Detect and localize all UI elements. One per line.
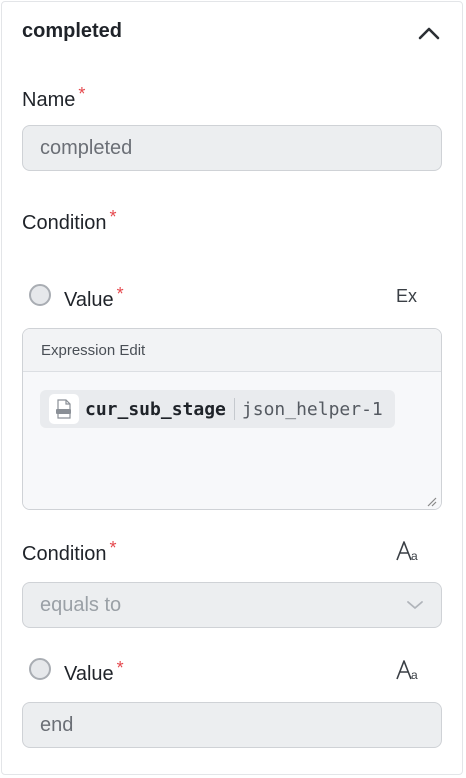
required-asterisk: * (109, 538, 117, 558)
operator-select[interactable]: equals to (22, 582, 442, 628)
required-asterisk: * (109, 207, 117, 227)
condition-label-text: Condition (22, 212, 107, 234)
operator-select-value: equals to (40, 593, 122, 616)
value-left-label-text: Value (64, 289, 114, 311)
name-input[interactable]: completed (22, 125, 442, 171)
expression-mode-button[interactable]: Ex (396, 286, 417, 307)
value-right-radio[interactable] (29, 658, 51, 680)
required-asterisk: * (116, 658, 124, 678)
json-file-icon (49, 394, 79, 424)
operator-label: Condition * (22, 538, 117, 566)
value-right-input-value: end (40, 713, 74, 736)
svg-text:a: a (411, 668, 418, 681)
expression-editor-header: Expression Edit (23, 329, 441, 372)
token-divider (233, 398, 235, 420)
text-mode-icon[interactable]: a (396, 540, 422, 563)
name-input-value: completed (40, 136, 133, 159)
name-label-text: Name (22, 89, 76, 111)
value-left-radio[interactable] (29, 284, 51, 306)
token-variable-name: cur_sub_stage (85, 398, 226, 420)
expression-editor: Expression Edit cur_sub_stage json_helpe… (22, 328, 442, 510)
value-right-label: Value * (64, 658, 124, 686)
operator-label-text: Condition (22, 543, 107, 565)
section-title: completed (22, 20, 123, 42)
collapse-chevron-icon[interactable] (414, 20, 444, 46)
token-source-name: json_helper-1 (241, 398, 383, 420)
svg-text:a: a (411, 549, 418, 562)
value-left-label: Value * (64, 284, 124, 312)
name-label: Name * (22, 84, 85, 112)
required-asterisk: * (78, 84, 86, 104)
value-right-input[interactable]: end (22, 702, 442, 748)
chevron-down-icon (406, 594, 424, 617)
text-mode-icon[interactable]: a (396, 659, 422, 682)
condition-label: Condition * (22, 207, 117, 235)
variable-token[interactable]: cur_sub_stage json_helper-1 (40, 390, 395, 428)
expression-editor-body[interactable]: cur_sub_stage json_helper-1 (23, 372, 441, 509)
value-right-label-text: Value (64, 663, 114, 685)
required-asterisk: * (116, 284, 124, 304)
resize-handle-icon[interactable] (425, 494, 437, 507)
